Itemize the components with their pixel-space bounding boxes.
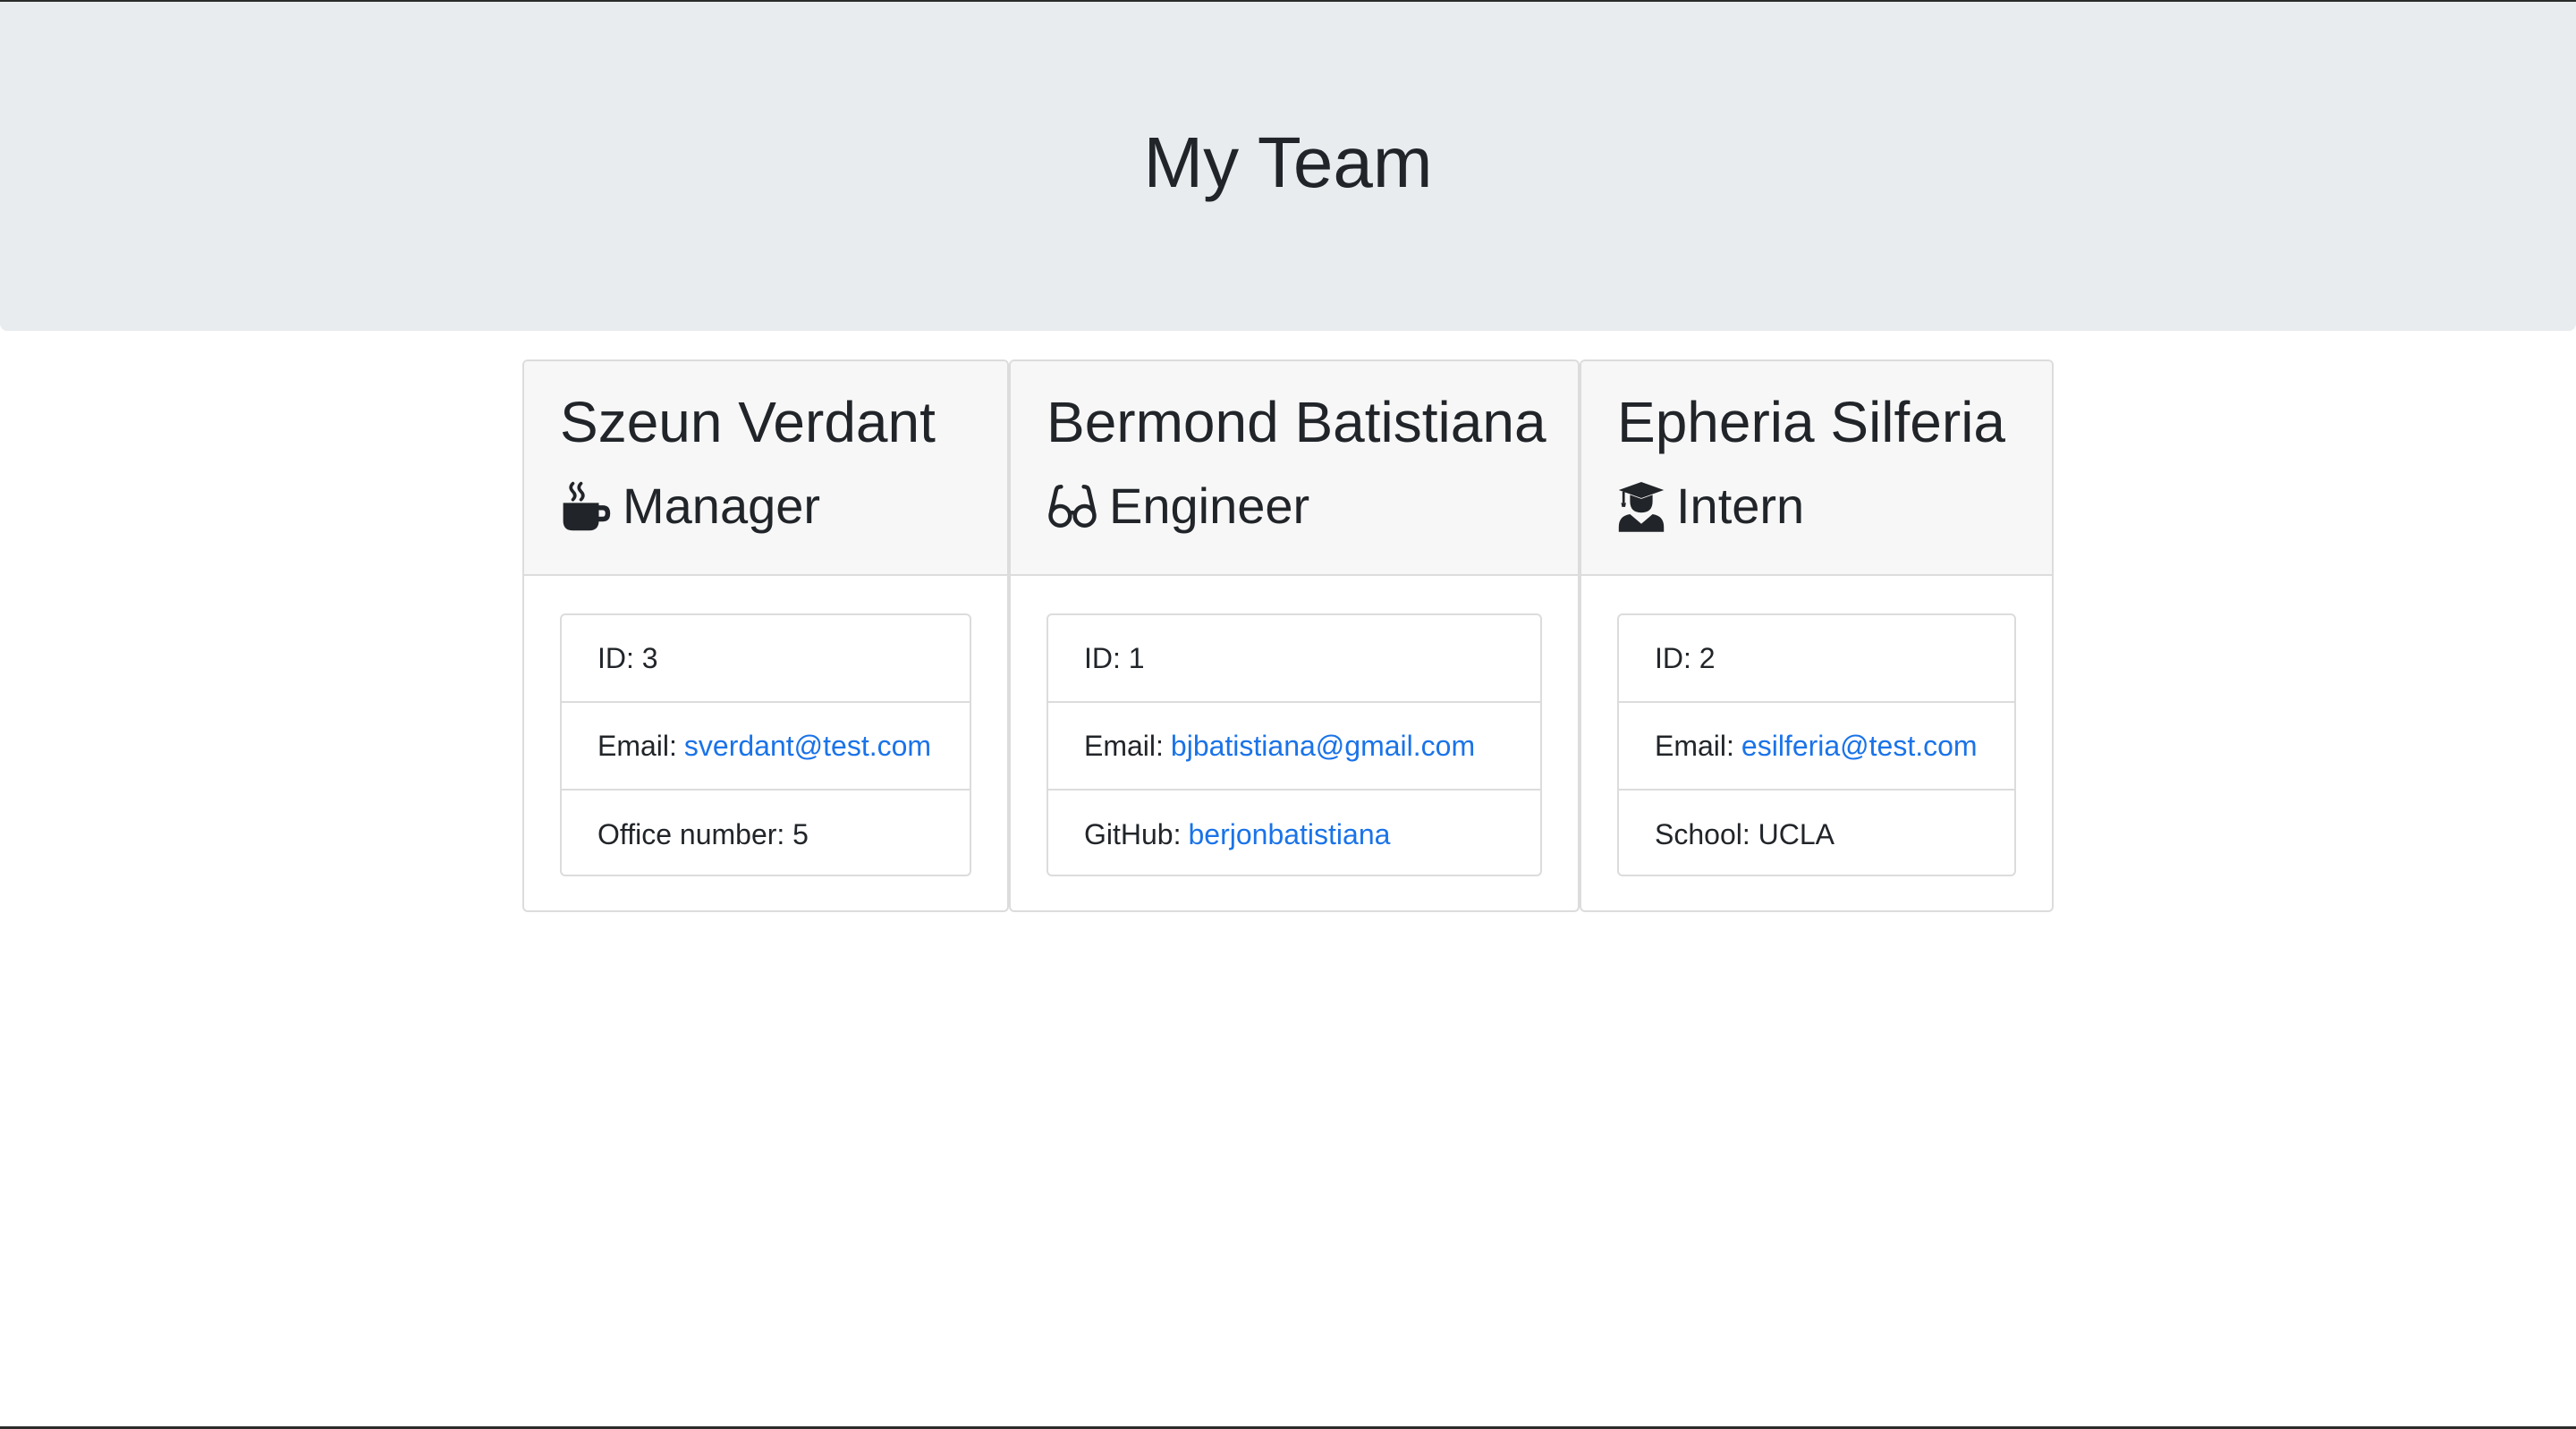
employee-card-intern: Epheria Silferia Intern ID: 2 Email: esil… bbox=[1580, 359, 2054, 912]
employee-role-label: Manager bbox=[623, 478, 821, 534]
employee-details-list: ID: 3 Email: sverdant@test.com Office num… bbox=[560, 613, 971, 876]
employee-card-engineer: Bermond Batistiana Engineer ID: 1 Email:… bbox=[1009, 359, 1580, 912]
employee-details-list: ID: 2 Email: esilferia@test.com School: U… bbox=[1617, 613, 2016, 876]
employee-role-label: Engineer bbox=[1109, 478, 1310, 534]
id-label: ID: bbox=[597, 641, 634, 674]
employee-role: Manager bbox=[560, 470, 820, 542]
employee-id-row: ID: 3 bbox=[562, 615, 970, 703]
employee-role-label: Intern bbox=[1676, 478, 1805, 534]
office-number-row: Office number: 5 bbox=[562, 791, 970, 878]
github-label: GitHub: bbox=[1084, 817, 1182, 850]
email-label: Email: bbox=[1655, 729, 1734, 762]
school-row: School: UCLA bbox=[1619, 791, 2014, 878]
employee-email-row: Email: sverdant@test.com bbox=[562, 703, 970, 791]
employee-role: Intern bbox=[1617, 470, 1804, 542]
email-link[interactable]: bjbatistiana@gmail.com bbox=[1171, 730, 1475, 763]
id-label: ID: bbox=[1655, 641, 1691, 674]
card-header: Szeun Verdant Manager bbox=[524, 361, 1007, 576]
office-number-value: 5 bbox=[792, 817, 809, 850]
card-header: Bermond Batistiana Engineer bbox=[1011, 361, 1578, 576]
school-label: School: bbox=[1655, 817, 1750, 850]
id-label: ID: bbox=[1084, 641, 1121, 674]
employee-id-row: ID: 1 bbox=[1048, 615, 1540, 703]
graduate-icon bbox=[1618, 482, 1665, 532]
employee-id-row: ID: 2 bbox=[1619, 615, 2014, 703]
id-value: 1 bbox=[1128, 641, 1145, 674]
employee-name: Bermond Batistiana bbox=[1046, 390, 1546, 454]
coffee-mug-icon bbox=[563, 481, 611, 531]
school-value: UCLA bbox=[1758, 817, 1835, 850]
employee-card-manager: Szeun Verdant Manager ID: 3 Email: sverda… bbox=[522, 359, 1009, 912]
email-link[interactable]: sverdant@test.com bbox=[684, 730, 931, 763]
page-title: My Team bbox=[1143, 123, 1433, 202]
employee-name: Epheria Silferia bbox=[1617, 390, 2005, 454]
github-link[interactable]: berjonbatistiana bbox=[1188, 818, 1390, 851]
employee-email-row: Email: bjbatistiana@gmail.com bbox=[1048, 703, 1540, 791]
email-label: Email: bbox=[1084, 729, 1164, 762]
employee-details-list: ID: 1 Email: bjbatistiana@gmail.com GitHu… bbox=[1046, 613, 1542, 876]
email-link[interactable]: esilferia@test.com bbox=[1741, 730, 1978, 763]
card-header: Epheria Silferia Intern bbox=[1581, 361, 2052, 576]
employee-email-row: Email: esilferia@test.com bbox=[1619, 703, 2014, 791]
id-value: 3 bbox=[641, 641, 658, 674]
employee-role: Engineer bbox=[1046, 470, 1309, 542]
email-label: Email: bbox=[597, 729, 677, 762]
header-banner: My Team bbox=[0, 2, 2576, 331]
office-number-label: Office number: bbox=[597, 817, 785, 850]
github-row: GitHub: berjonbatistiana bbox=[1048, 791, 1540, 878]
glasses-icon bbox=[1048, 484, 1097, 528]
employee-name: Szeun Verdant bbox=[560, 390, 936, 454]
id-value: 2 bbox=[1699, 641, 1716, 674]
